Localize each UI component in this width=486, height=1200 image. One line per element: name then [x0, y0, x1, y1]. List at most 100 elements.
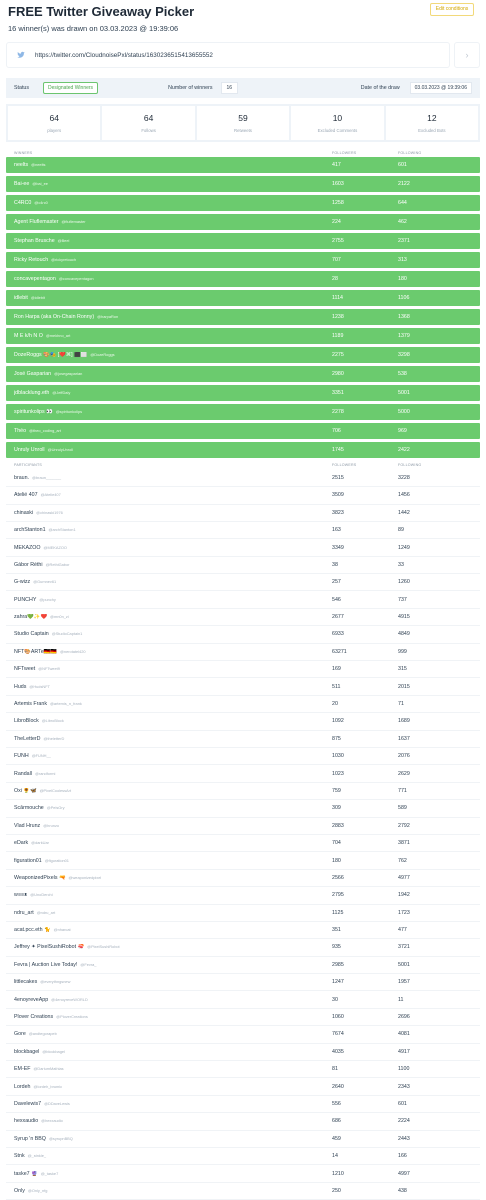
winner-row[interactable]: Stephan Brusche @Beel 2755 2371	[6, 232, 480, 250]
user-name[interactable]: jdblacklung.eth	[14, 390, 49, 396]
user-name[interactable]: taske7 🔮	[14, 1171, 38, 1177]
participant-row[interactable]: littlecakes @everythngsnew 1247 1957	[6, 974, 480, 992]
user-handle[interactable]: @darkUar	[31, 840, 49, 845]
user-handle[interactable]: @neelts	[31, 162, 45, 167]
user-handle[interactable]: @FUNH__	[32, 753, 51, 758]
user-handle[interactable]: @PelsGry	[47, 805, 65, 810]
user-name[interactable]: José Gasparian	[14, 371, 51, 377]
user-handle[interactable]: @mekhno_art	[46, 333, 71, 338]
user-handle[interactable]: @braun_______	[32, 475, 61, 480]
tweet-url-field[interactable]: https://twitter.com/CloudnoisePxl/status…	[6, 42, 450, 68]
winner-row[interactable]: José Gasparian @josegasparian 2980 538	[6, 365, 480, 383]
participant-row[interactable]: Huds @HudsNFT 511 2015	[6, 678, 480, 696]
participant-row[interactable]: Gábor Réthi @RethiGabor 38 33	[6, 557, 480, 575]
user-handle[interactable]: @LibroBlock	[42, 718, 64, 723]
winner-row[interactable]: neelts @neelts 417 601	[6, 157, 480, 174]
user-handle[interactable]: @MEKAZOO	[44, 545, 67, 550]
user-name[interactable]: Plover Creations	[14, 1014, 53, 1020]
user-handle[interactable]: @weaponizedpixel	[69, 875, 102, 880]
user-name[interactable]: blockbagel	[14, 1049, 39, 1055]
participant-row[interactable]: PUNCHY @punchy 546 737	[6, 591, 480, 609]
user-name[interactable]: Atelié 407	[14, 492, 38, 498]
user-handle[interactable]: @harpaRon	[97, 314, 118, 319]
user-handle[interactable]: @NFTweet9	[38, 666, 60, 671]
participant-row[interactable]: FUNH @FUNH__ 1030 2076	[6, 748, 480, 766]
participant-row[interactable]: figuration01 @figuration01 180 762	[6, 852, 480, 870]
user-handle[interactable]: @josegasparian	[54, 371, 82, 376]
user-name[interactable]: C4RC0	[14, 200, 31, 206]
winner-row[interactable]: Ron Harpa (aka On-Chain Ronny) @harpaRon 1…	[6, 308, 480, 326]
winner-row[interactable]: Unruly Unroll @UnrulyUnroll 1745 2422	[6, 441, 480, 459]
user-handle[interactable]: @syrupnBBQ	[49, 1136, 73, 1141]
participant-row[interactable]: blockbagel @blockbagel 4035 4917	[6, 1044, 480, 1062]
user-handle[interactable]: @PixelSushiRobot	[87, 944, 120, 949]
participant-row[interactable]: Atelié 407 @Atelie407 3509 1456	[6, 487, 480, 505]
user-handle[interactable]: @PixelCoolessArt	[40, 788, 71, 793]
user-handle[interactable]: @lordeh_brumic	[34, 1084, 63, 1089]
user-name[interactable]: DozeRoggs 🎨🎭 [❤️⌘] ⬛⬜	[14, 352, 87, 358]
winner-row[interactable]: DozeRoggs 🎨🎭 [❤️⌘] ⬛⬜ @DozeRoggs 2275 3298	[6, 346, 480, 364]
user-handle[interactable]: @4enoyreveWORLD	[51, 997, 88, 1002]
user-handle[interactable]: @spiritunkolips	[56, 409, 82, 414]
user-handle[interactable]: @blockbagel	[42, 1049, 65, 1054]
user-name[interactable]: Stephan Brusche	[14, 238, 55, 244]
user-handle[interactable]: @Fevra_	[80, 962, 96, 967]
user-handle[interactable]: @rickyretouch	[51, 257, 76, 262]
participant-row[interactable]: Stnk @_stnkle_ 14 166	[6, 1148, 480, 1166]
user-handle[interactable]: @RethiGabor	[46, 562, 70, 567]
user-name[interactable]: eDark	[14, 840, 28, 846]
user-name[interactable]: chinaski	[14, 510, 33, 516]
participant-row[interactable]: braun. @braun_______ 2515 3228	[6, 470, 480, 488]
user-name[interactable]: zahra💚✨❤️	[14, 614, 47, 620]
user-name[interactable]: Huds	[14, 684, 26, 690]
user-name[interactable]: braun.	[14, 475, 29, 481]
user-name[interactable]: neelts	[14, 162, 28, 168]
user-handle[interactable]: @fluflemaster	[61, 219, 85, 224]
winner-row[interactable]: spiritunkolips 👀 @spiritunkolips 2278 5000	[6, 403, 480, 421]
participant-row[interactable]: Jeffrey ✦ PixelSushiRobot 🍣 @PixelSushiRo…	[6, 939, 480, 957]
user-name[interactable]: Davelewis7	[14, 1101, 41, 1107]
participant-row[interactable]: Oxi 🌻🦋 @PixelCoolessArt 759 771	[6, 783, 480, 801]
user-name[interactable]: Fevra | Auction Live Today!	[14, 962, 77, 968]
user-name[interactable]: Jeffrey ✦ PixelSushiRobot 🍣	[14, 944, 84, 950]
user-name[interactable]: Artemis Frank	[14, 701, 47, 707]
user-name[interactable]: NFTweet	[14, 666, 35, 672]
user-handle[interactable]: @Only_nfg	[28, 1188, 48, 1193]
participant-row[interactable]: 4enoyreveApp @4enoyreveWORLD 30 11	[6, 991, 480, 1009]
winner-row[interactable]: Agent Fluflemaster @fluflemaster 224 462	[6, 213, 480, 231]
user-handle[interactable]: @Beel	[58, 238, 70, 243]
participant-row[interactable]: Plover Creations @PloverCreations 1060 2696	[6, 1009, 480, 1027]
participant-row[interactable]: Fevra | Auction Live Today! @Fevra_ 2985 50…	[6, 957, 480, 975]
participant-row[interactable]: Lordeh @lordeh_brumic 2640 2343	[6, 1078, 480, 1096]
winner-row[interactable]: Bai-ee @bai_ee 1603 2122	[6, 175, 480, 193]
user-name[interactable]: Gore	[14, 1031, 26, 1037]
user-handle[interactable]: @HudsNFT	[29, 684, 50, 689]
user-handle[interactable]: @chinaski1976	[36, 510, 63, 515]
user-handle[interactable]: @JeffDaly	[52, 390, 70, 395]
user-handle[interactable]: @DozeRoggs	[90, 352, 114, 357]
user-handle[interactable]: @theletterD	[44, 736, 65, 741]
user-handle[interactable]: @mn0n_zi	[50, 614, 69, 619]
user-name[interactable]: Ricky Retouch	[14, 257, 48, 263]
participant-row[interactable]: Artemis Frank @artemis_n_frank 20 71	[6, 696, 480, 714]
winner-row[interactable]: M E k/h N O @mekhno_art 1189 1379	[6, 327, 480, 345]
user-name[interactable]: MEKAZOO	[14, 545, 41, 551]
participant-row[interactable]: EM-EF @DariumMathias 81 1100	[6, 1061, 480, 1079]
user-handle[interactable]: @_stnkle_	[28, 1153, 46, 1158]
user-handle[interactable]: @bai_ee	[32, 181, 48, 186]
participant-row[interactable]: w≡≡ᴥ @UnoDerchi 2795 1942	[6, 887, 480, 905]
participant-row[interactable]: LibroBlock @LibroBlock 1092 1689	[6, 713, 480, 731]
user-handle[interactable]: @Gumnev61	[33, 579, 56, 584]
user-handle[interactable]: @UnrulyUnroll	[48, 447, 73, 452]
participant-row[interactable]: Studio Captain @StudioCaptain1 6933 4849	[6, 626, 480, 644]
participant-row[interactable]: eDark @darkUar 704 3871	[6, 835, 480, 853]
participant-row[interactable]: archStanton1 @archStanton1 163 89	[6, 522, 480, 540]
user-handle[interactable]: @UnoDerchi	[30, 892, 52, 897]
participant-row[interactable]: MEKAZOO @MEKAZOO 3349 1249	[6, 539, 480, 557]
user-handle[interactable]: @randformi	[35, 771, 55, 776]
user-handle[interactable]: @concavepentagon	[59, 276, 94, 281]
user-name[interactable]: NFT🎨ARTe🇩🇪🇩🇪	[14, 649, 57, 655]
user-name[interactable]: Only	[14, 1188, 25, 1194]
user-handle[interactable]: @artemis_n_frank	[50, 701, 82, 706]
participant-row[interactable]: Randall @randformi 1023 2629	[6, 765, 480, 783]
